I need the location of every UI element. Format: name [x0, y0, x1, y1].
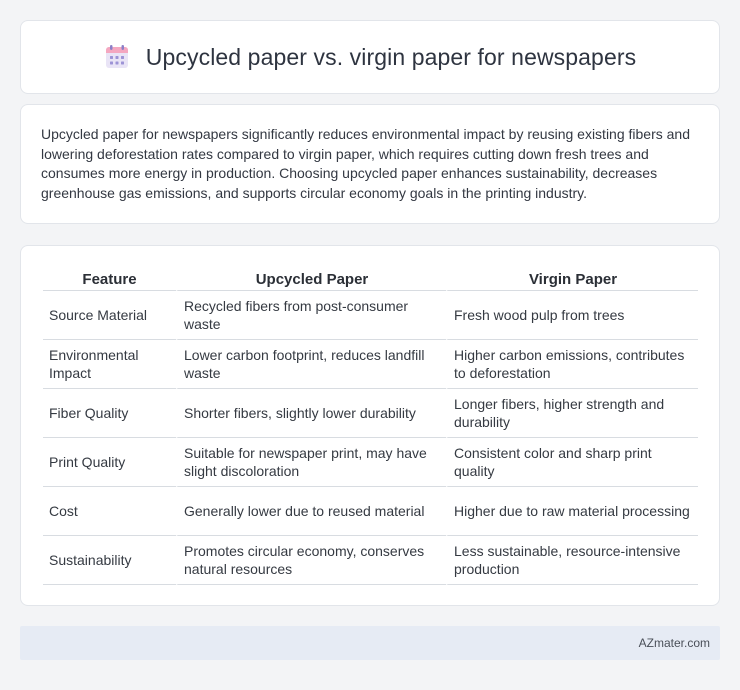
title-card: Upcycled paper vs. virgin paper for news…: [20, 20, 720, 94]
title-wrap: Upcycled paper vs. virgin paper for news…: [104, 44, 636, 71]
upcycled-cell: Shorter fibers, slightly lower durabilit…: [176, 389, 446, 438]
page-title: Upcycled paper vs. virgin paper for news…: [145, 43, 637, 70]
virgin-cell: Fresh wood pulp from trees: [446, 291, 698, 340]
header-virgin-paper: Virgin Paper: [446, 266, 698, 291]
virgin-cell: Longer fibers, higher strength and durab…: [446, 389, 698, 438]
footer-bar: AZmater.com: [20, 626, 720, 660]
upcycled-cell: Suitable for newspaper print, may have s…: [176, 438, 446, 487]
table-row: Fiber Quality Shorter fibers, slightly l…: [43, 389, 698, 438]
upcycled-cell: Generally lower due to reused material: [176, 487, 446, 536]
intro-card: Upcycled paper for newspapers significan…: [20, 104, 720, 224]
feature-cell: Print Quality: [43, 438, 176, 487]
table-row: Print Quality Suitable for newspaper pri…: [43, 438, 698, 487]
intro-paragraph: Upcycled paper for newspapers significan…: [41, 126, 690, 201]
table-row: Sustainability Promotes circular economy…: [43, 536, 698, 585]
calendar-icon: [105, 45, 128, 68]
upcycled-cell: Lower carbon footprint, reduces landfill…: [176, 340, 446, 389]
virgin-cell: Higher due to raw material processing: [446, 487, 698, 536]
table-row: Source Material Recycled fibers from pos…: [43, 291, 698, 340]
feature-cell: Sustainability: [43, 536, 176, 585]
feature-cell: Fiber Quality: [43, 389, 176, 438]
feature-cell: Cost: [43, 487, 176, 536]
comparison-card: Feature Upcycled Paper Virgin Paper Sour…: [20, 245, 720, 606]
table-header-row: Feature Upcycled Paper Virgin Paper: [43, 266, 698, 291]
upcycled-cell: Promotes circular economy, conserves nat…: [176, 536, 446, 585]
table-row: Cost Generally lower due to reused mater…: [43, 487, 698, 536]
comparison-table: Feature Upcycled Paper Virgin Paper Sour…: [43, 266, 698, 585]
virgin-cell: Consistent color and sharp print quality: [446, 438, 698, 487]
virgin-cell: Higher carbon emissions, contributes to …: [446, 340, 698, 389]
feature-cell: Source Material: [43, 291, 176, 340]
footer-brand: AZmater.com: [638, 636, 710, 650]
upcycled-cell: Recycled fibers from post-consumer waste: [176, 291, 446, 340]
header-upcycled-paper: Upcycled Paper: [176, 266, 446, 291]
table-row: Environmental Impact Lower carbon footpr…: [43, 340, 698, 389]
feature-cell: Environmental Impact: [43, 340, 176, 389]
virgin-cell: Less sustainable, resource-intensive pro…: [446, 536, 698, 585]
header-feature: Feature: [43, 266, 176, 291]
